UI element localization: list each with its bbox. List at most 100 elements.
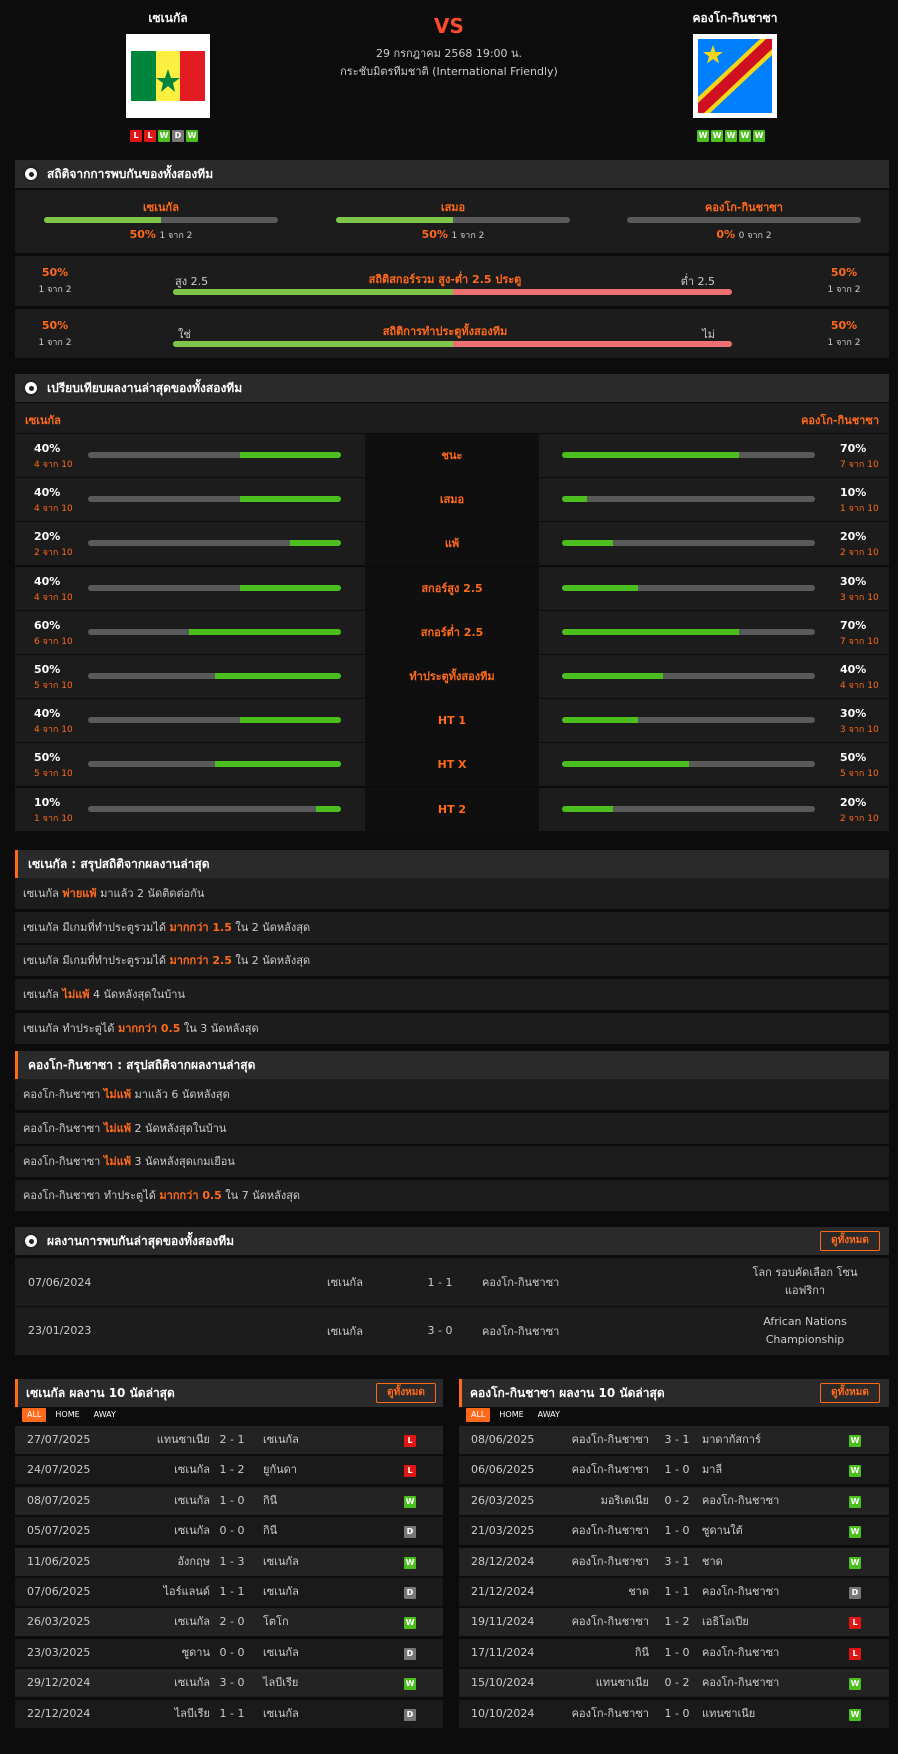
match-score: 1 - 0	[664, 1463, 690, 1477]
compare-label: สกอร์สูง 2.5	[365, 566, 539, 610]
compare-away-pct: 30%	[840, 574, 867, 588]
result-badge: L	[404, 1465, 416, 1478]
match-row[interactable]: 28/12/2024 คองโก-กินชาซา 3 - 1 ชาด W	[459, 1547, 889, 1576]
form-badge: W	[697, 130, 709, 142]
match-row[interactable]: 17/11/2024 กินี 1 - 0 คองโก-กินชาซา L	[459, 1638, 889, 1667]
match-away: คองโก-กินชาซา	[702, 1493, 780, 1507]
compare-away-pct: 20%	[840, 795, 867, 809]
compare-away-of: 1 จาก 10	[840, 504, 879, 515]
result-badge: W	[849, 1495, 861, 1508]
match-date: 08/06/2025	[471, 1433, 535, 1446]
match-row[interactable]: 07/06/2025 ไอร์แลนด์ 1 - 1 เซเนกัล D	[15, 1578, 443, 1606]
match-row[interactable]: 29/12/2024 เซเนกัล 3 - 0 ไลบีเรีย W	[15, 1669, 443, 1698]
match-row[interactable]: 11/06/2025 อังกฤษ 1 - 3 เซเนกัล W	[15, 1547, 443, 1576]
compare-away-of: 7 จาก 10	[840, 636, 879, 647]
match-date: 24/07/2025	[27, 1463, 91, 1477]
match-row[interactable]: 05/07/2025 เซเนกัล 0 - 0 กินี D	[15, 1517, 443, 1546]
tab-all[interactable]: ALL	[466, 1408, 491, 1422]
tab-away[interactable]: AWAY	[533, 1408, 565, 1422]
match-score: 1 - 1	[664, 1585, 690, 1598]
compare-home-pct: 60%	[34, 618, 61, 632]
summary-row: คองโก-กินชาซา ไม่แพ้ 2 นัดหลังสุดในบ้าน	[15, 1112, 889, 1144]
compare-away-pct: 70%	[840, 442, 867, 455]
match-date: 22/12/2024	[27, 1706, 91, 1720]
form-badge: W	[725, 130, 737, 142]
btts-left-of: 1 จาก 2	[38, 338, 72, 348]
match-row[interactable]: 23/03/2025 ซูดาน 0 - 0 เซเนกัล D	[15, 1638, 443, 1667]
match-row[interactable]: 19/11/2024 คองโก-กินชาซา 1 - 2 เอธิโอเปีย L	[459, 1608, 889, 1637]
match-row[interactable]: 10/10/2024 คองโก-กินชาซา 1 - 0 แทนซาเนีย W	[459, 1699, 889, 1728]
match-row[interactable]: 15/10/2024 แทนซาเนีย 0 - 2 คองโก-กินชาซา W	[459, 1669, 889, 1698]
stat-home-label: เซเนกัล	[143, 201, 179, 214]
match-row[interactable]: 24/07/2025 เซเนกัล 1 - 2 ยูกันดา L	[15, 1456, 443, 1485]
compare-away-pct: 30%	[840, 707, 867, 721]
away-summary-header: คองโก-กินชาซา : สรุปสถิติจากผลงานล่าสุด	[15, 1051, 889, 1079]
compare-away-bar	[562, 496, 815, 503]
compare-label: ทำประตูทั้งสองทีม	[365, 655, 539, 698]
result-badge: D	[404, 1587, 416, 1599]
match-home: คองโก-กินชาซา	[571, 1554, 649, 1568]
compare-header: เปรียบเทียบผลงานล่าสุดของทั้งสองทีม	[15, 374, 889, 402]
match-date: 05/07/2025	[27, 1524, 91, 1538]
tab-home[interactable]: HOME	[494, 1408, 528, 1422]
match-home: ไอร์แลนด์	[163, 1585, 210, 1598]
compare-away-bar	[562, 452, 815, 458]
compare-label: แพ้	[365, 522, 539, 566]
away-team-name[interactable]: คองโก-กินชาซา	[665, 9, 805, 28]
tab-away[interactable]: AWAY	[89, 1408, 121, 1422]
compare-home-pct: 20%	[34, 530, 61, 544]
tab-home[interactable]: HOME	[50, 1408, 84, 1422]
match-row[interactable]: 27/07/2025 แทนซาเนีย 2 - 1 เซเนกัล L	[15, 1426, 443, 1454]
home-last10-view-all-button[interactable]: ดูทั้งหมด	[376, 1383, 436, 1403]
match-away: เซเนกัล	[263, 1706, 299, 1720]
match-row[interactable]: 21/12/2024 ชาด 1 - 1 คองโก-กินชาซา D	[459, 1578, 889, 1606]
match-row[interactable]: 06/06/2025 คองโก-กินชาซา 1 - 0 มาลี W	[459, 1456, 889, 1485]
match-home: คองโก-กินชาซา	[571, 1433, 649, 1446]
match-row[interactable]: 08/06/2025 คองโก-กินชาซา 3 - 1 มาดากัสการ์ W	[459, 1426, 889, 1454]
h2h-view-all-button[interactable]: ดูทั้งหมด	[820, 1231, 880, 1251]
match-competition: กระชับมิตรทีมชาติ (International Friendl…	[340, 65, 558, 78]
compare-home-bar	[88, 584, 341, 591]
home-team-name[interactable]: เซเนกัล	[98, 9, 238, 28]
ou-bar	[173, 289, 732, 295]
compare-away-bar	[562, 805, 815, 812]
compare-row: 40% 4 จาก 10 ชนะ 70% 7 จาก 10	[15, 434, 889, 478]
h2h-row[interactable]: 07/06/2024 เซเนกัล 1 - 1 คองโก-กินชาซา โลก ร…	[15, 1258, 889, 1306]
form-badge: W	[753, 130, 765, 142]
tab-all[interactable]: ALL	[22, 1408, 47, 1422]
soccer-ball-icon	[23, 1233, 39, 1249]
home-summary-header: เซเนกัล : สรุปสถิติจากผลงานล่าสุด	[15, 850, 889, 878]
result-badge: L	[404, 1435, 416, 1447]
match-date: 26/03/2025	[27, 1615, 91, 1629]
btts-right-pct: 50%	[830, 319, 858, 332]
form-badge: W	[739, 130, 751, 142]
compare-label: สกอร์ต่ำ 2.5	[365, 610, 539, 654]
match-date: 27/07/2025	[27, 1433, 91, 1446]
result-badge: D	[849, 1587, 861, 1599]
match-row[interactable]: 26/03/2025 เซเนกัล 2 - 0 โตโก W	[15, 1608, 443, 1637]
form-badge: W	[711, 130, 723, 142]
match-score: 2 - 0	[219, 1615, 245, 1629]
compare-away-of: 5 จาก 10	[840, 769, 879, 780]
h2h-row[interactable]: 23/01/2023 เซเนกัล 3 - 0 คองโก-กินชาซา Afric…	[15, 1306, 889, 1355]
summary-row: คองโก-กินชาซา ไม่แพ้ มาแล้ว 6 นัดหลังสุด	[15, 1079, 889, 1110]
result-badge: W	[849, 1678, 861, 1691]
match-home: คองโก-กินชาซา	[571, 1706, 649, 1720]
match-row[interactable]: 21/03/2025 คองโก-กินชาซา 1 - 0 ซูดานใต้ W	[459, 1517, 889, 1546]
compare-row: 20% 2 จาก 10 แพ้ 20% 2 จาก 10	[15, 522, 889, 567]
match-row[interactable]: 26/03/2025 มอริเตเนีย 0 - 2 คองโก-กินชาซา W	[459, 1486, 889, 1515]
compare-away-of: 3 จาก 10	[840, 725, 879, 736]
result-badge: W	[404, 1495, 416, 1508]
match-away: ยูกันดา	[263, 1463, 297, 1477]
compare-row: 40% 4 จาก 10 เสมอ 10% 1 จาก 10	[15, 478, 889, 523]
compare-home-of: 4 จาก 10	[34, 725, 73, 736]
summary-row: คองโก-กินชาซา ไม่แพ้ 3 นัดหลังสุดเกมเยือ…	[15, 1146, 889, 1178]
match-score: 3 - 0	[219, 1676, 245, 1690]
away-last10-view-all-button[interactable]: ดูทั้งหมด	[820, 1383, 880, 1403]
match-row[interactable]: 08/07/2025 เซเนกัล 1 - 0 กินี W	[15, 1486, 443, 1515]
compare-row: 10% 1 จาก 10 HT 2 20% 2 จาก 10	[15, 787, 889, 832]
stat-away-bar	[627, 217, 861, 223]
compare-home-pct: 40%	[34, 574, 61, 588]
match-row[interactable]: 22/12/2024 ไลบีเรีย 1 - 1 เซเนกัล D	[15, 1699, 443, 1728]
stat-home-bar	[44, 217, 278, 223]
